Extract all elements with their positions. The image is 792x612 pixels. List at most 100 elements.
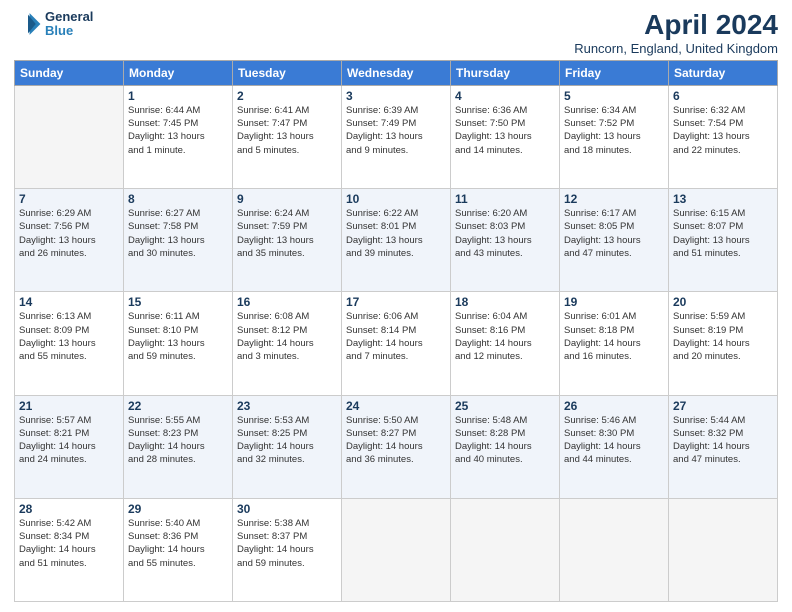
calendar-week-row: 21Sunrise: 5:57 AM Sunset: 8:21 PM Dayli… (15, 395, 778, 498)
day-number: 22 (128, 399, 228, 413)
table-row: 24Sunrise: 5:50 AM Sunset: 8:27 PM Dayli… (342, 395, 451, 498)
day-number: 8 (128, 192, 228, 206)
day-number: 18 (455, 295, 555, 309)
table-row: 22Sunrise: 5:55 AM Sunset: 8:23 PM Dayli… (124, 395, 233, 498)
col-thursday: Thursday (451, 60, 560, 85)
title-block: April 2024 Runcorn, England, United King… (574, 10, 778, 56)
month-year: April 2024 (574, 10, 778, 41)
day-number: 29 (128, 502, 228, 516)
day-info: Sunrise: 5:42 AM Sunset: 8:34 PM Dayligh… (19, 517, 119, 570)
table-row: 15Sunrise: 6:11 AM Sunset: 8:10 PM Dayli… (124, 292, 233, 395)
day-number: 28 (19, 502, 119, 516)
day-info: Sunrise: 6:11 AM Sunset: 8:10 PM Dayligh… (128, 310, 228, 363)
day-info: Sunrise: 6:17 AM Sunset: 8:05 PM Dayligh… (564, 207, 664, 260)
day-info: Sunrise: 6:06 AM Sunset: 8:14 PM Dayligh… (346, 310, 446, 363)
table-row: 21Sunrise: 5:57 AM Sunset: 8:21 PM Dayli… (15, 395, 124, 498)
day-info: Sunrise: 6:01 AM Sunset: 8:18 PM Dayligh… (564, 310, 664, 363)
day-info: Sunrise: 6:34 AM Sunset: 7:52 PM Dayligh… (564, 104, 664, 157)
calendar-week-row: 1Sunrise: 6:44 AM Sunset: 7:45 PM Daylig… (15, 85, 778, 188)
table-row: 28Sunrise: 5:42 AM Sunset: 8:34 PM Dayli… (15, 498, 124, 601)
table-row: 14Sunrise: 6:13 AM Sunset: 8:09 PM Dayli… (15, 292, 124, 395)
day-info: Sunrise: 5:40 AM Sunset: 8:36 PM Dayligh… (128, 517, 228, 570)
day-number: 15 (128, 295, 228, 309)
col-monday: Monday (124, 60, 233, 85)
day-info: Sunrise: 5:59 AM Sunset: 8:19 PM Dayligh… (673, 310, 773, 363)
day-number: 7 (19, 192, 119, 206)
col-friday: Friday (560, 60, 669, 85)
day-number: 17 (346, 295, 446, 309)
day-number: 1 (128, 89, 228, 103)
day-number: 27 (673, 399, 773, 413)
day-info: Sunrise: 6:29 AM Sunset: 7:56 PM Dayligh… (19, 207, 119, 260)
day-number: 6 (673, 89, 773, 103)
logo-general: General (45, 10, 93, 24)
day-info: Sunrise: 6:15 AM Sunset: 8:07 PM Dayligh… (673, 207, 773, 260)
table-row: 9Sunrise: 6:24 AM Sunset: 7:59 PM Daylig… (233, 189, 342, 292)
calendar: Sunday Monday Tuesday Wednesday Thursday… (14, 60, 778, 602)
day-info: Sunrise: 5:44 AM Sunset: 8:32 PM Dayligh… (673, 414, 773, 467)
table-row: 29Sunrise: 5:40 AM Sunset: 8:36 PM Dayli… (124, 498, 233, 601)
location: Runcorn, England, United Kingdom (574, 41, 778, 56)
day-number: 12 (564, 192, 664, 206)
day-info: Sunrise: 6:41 AM Sunset: 7:47 PM Dayligh… (237, 104, 337, 157)
table-row: 13Sunrise: 6:15 AM Sunset: 8:07 PM Dayli… (669, 189, 778, 292)
day-info: Sunrise: 5:53 AM Sunset: 8:25 PM Dayligh… (237, 414, 337, 467)
day-info: Sunrise: 5:38 AM Sunset: 8:37 PM Dayligh… (237, 517, 337, 570)
col-tuesday: Tuesday (233, 60, 342, 85)
day-number: 10 (346, 192, 446, 206)
day-info: Sunrise: 5:57 AM Sunset: 8:21 PM Dayligh… (19, 414, 119, 467)
day-number: 25 (455, 399, 555, 413)
table-row: 30Sunrise: 5:38 AM Sunset: 8:37 PM Dayli… (233, 498, 342, 601)
day-info: Sunrise: 5:48 AM Sunset: 8:28 PM Dayligh… (455, 414, 555, 467)
table-row: 23Sunrise: 5:53 AM Sunset: 8:25 PM Dayli… (233, 395, 342, 498)
calendar-header-row: Sunday Monday Tuesday Wednesday Thursday… (15, 60, 778, 85)
table-row: 17Sunrise: 6:06 AM Sunset: 8:14 PM Dayli… (342, 292, 451, 395)
table-row: 11Sunrise: 6:20 AM Sunset: 8:03 PM Dayli… (451, 189, 560, 292)
table-row: 19Sunrise: 6:01 AM Sunset: 8:18 PM Dayli… (560, 292, 669, 395)
col-wednesday: Wednesday (342, 60, 451, 85)
day-number: 21 (19, 399, 119, 413)
day-info: Sunrise: 5:46 AM Sunset: 8:30 PM Dayligh… (564, 414, 664, 467)
day-info: Sunrise: 6:27 AM Sunset: 7:58 PM Dayligh… (128, 207, 228, 260)
table-row: 18Sunrise: 6:04 AM Sunset: 8:16 PM Dayli… (451, 292, 560, 395)
day-info: Sunrise: 6:36 AM Sunset: 7:50 PM Dayligh… (455, 104, 555, 157)
day-info: Sunrise: 6:20 AM Sunset: 8:03 PM Dayligh… (455, 207, 555, 260)
day-number: 4 (455, 89, 555, 103)
day-info: Sunrise: 6:39 AM Sunset: 7:49 PM Dayligh… (346, 104, 446, 157)
day-number: 14 (19, 295, 119, 309)
table-row: 25Sunrise: 5:48 AM Sunset: 8:28 PM Dayli… (451, 395, 560, 498)
day-number: 5 (564, 89, 664, 103)
header: General Blue April 2024 Runcorn, England… (14, 10, 778, 56)
table-row: 8Sunrise: 6:27 AM Sunset: 7:58 PM Daylig… (124, 189, 233, 292)
table-row: 5Sunrise: 6:34 AM Sunset: 7:52 PM Daylig… (560, 85, 669, 188)
table-row: 1Sunrise: 6:44 AM Sunset: 7:45 PM Daylig… (124, 85, 233, 188)
page: General Blue April 2024 Runcorn, England… (0, 0, 792, 612)
day-number: 24 (346, 399, 446, 413)
day-info: Sunrise: 6:13 AM Sunset: 8:09 PM Dayligh… (19, 310, 119, 363)
day-info: Sunrise: 6:04 AM Sunset: 8:16 PM Dayligh… (455, 310, 555, 363)
calendar-week-row: 28Sunrise: 5:42 AM Sunset: 8:34 PM Dayli… (15, 498, 778, 601)
calendar-week-row: 14Sunrise: 6:13 AM Sunset: 8:09 PM Dayli… (15, 292, 778, 395)
calendar-week-row: 7Sunrise: 6:29 AM Sunset: 7:56 PM Daylig… (15, 189, 778, 292)
table-row (560, 498, 669, 601)
day-number: 20 (673, 295, 773, 309)
table-row: 20Sunrise: 5:59 AM Sunset: 8:19 PM Dayli… (669, 292, 778, 395)
day-info: Sunrise: 5:50 AM Sunset: 8:27 PM Dayligh… (346, 414, 446, 467)
table-row: 16Sunrise: 6:08 AM Sunset: 8:12 PM Dayli… (233, 292, 342, 395)
table-row: 10Sunrise: 6:22 AM Sunset: 8:01 PM Dayli… (342, 189, 451, 292)
day-number: 30 (237, 502, 337, 516)
day-info: Sunrise: 6:44 AM Sunset: 7:45 PM Dayligh… (128, 104, 228, 157)
col-sunday: Sunday (15, 60, 124, 85)
day-number: 26 (564, 399, 664, 413)
day-info: Sunrise: 6:32 AM Sunset: 7:54 PM Dayligh… (673, 104, 773, 157)
day-number: 2 (237, 89, 337, 103)
table-row: 2Sunrise: 6:41 AM Sunset: 7:47 PM Daylig… (233, 85, 342, 188)
table-row: 3Sunrise: 6:39 AM Sunset: 7:49 PM Daylig… (342, 85, 451, 188)
day-number: 19 (564, 295, 664, 309)
table-row: 4Sunrise: 6:36 AM Sunset: 7:50 PM Daylig… (451, 85, 560, 188)
day-info: Sunrise: 6:24 AM Sunset: 7:59 PM Dayligh… (237, 207, 337, 260)
day-number: 9 (237, 192, 337, 206)
table-row (342, 498, 451, 601)
table-row: 12Sunrise: 6:17 AM Sunset: 8:05 PM Dayli… (560, 189, 669, 292)
day-number: 3 (346, 89, 446, 103)
